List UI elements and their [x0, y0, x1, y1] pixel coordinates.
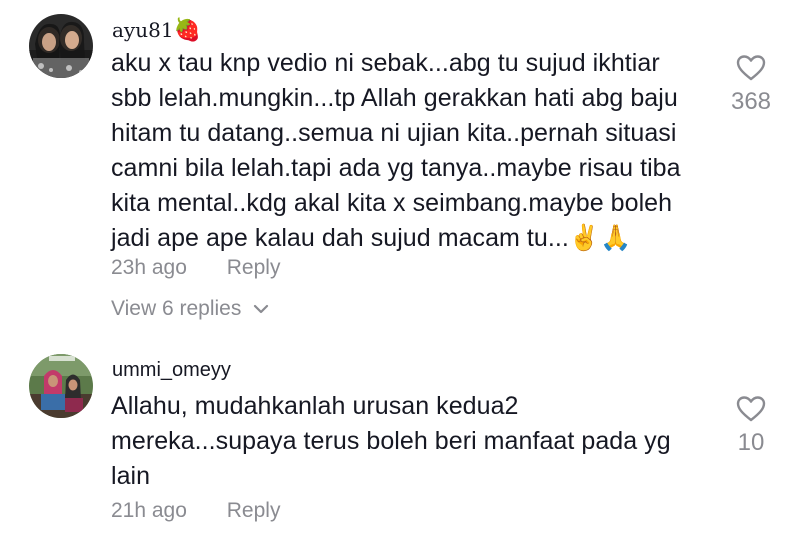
username-text: ayu81 — [112, 18, 174, 42]
comment-line: camni bila lelah.tapi ada yg tanya..mayb… — [111, 154, 681, 182]
comment-line: lain — [111, 462, 151, 490]
comment-text: aku x tau knp vedio ni sebak...abg tu su… — [111, 46, 751, 256]
avatar-image — [29, 354, 93, 418]
strawberry-emoji: 🍓 — [173, 18, 201, 43]
like-button[interactable]: 10 — [721, 395, 781, 457]
username[interactable]: ummi_omeyy — [112, 359, 231, 382]
comment-text: Allahu, mudahkanlah urusan kedua2 mereka… — [111, 389, 731, 494]
view-replies-button[interactable]: View 6 replies — [111, 297, 269, 321]
heart-outline-icon — [736, 55, 766, 81]
avatar-image — [29, 14, 93, 78]
comment-meta: 23h ago Reply — [111, 256, 280, 280]
view-replies-label: View 6 replies — [111, 297, 242, 320]
username-text: ummi_omeyy — [112, 359, 231, 381]
chevron-down-icon — [254, 305, 269, 314]
comment-line: Allahu, mudahkanlah urusan kedua2 — [111, 392, 519, 420]
comment-meta: 21h ago Reply — [111, 499, 280, 523]
like-count: 10 — [737, 429, 765, 456]
comment-line: aku x tau knp vedio ni sebak...abg tu su… — [111, 49, 660, 77]
comment-item: ummi_omeyy Allahu, mudahkanlah urusan ke… — [0, 340, 800, 535]
like-count: 368 — [730, 88, 772, 115]
timestamp: 21h ago — [111, 499, 187, 522]
timestamp: 23h ago — [111, 256, 187, 279]
like-button[interactable]: 368 — [721, 54, 781, 116]
avatar[interactable] — [29, 14, 93, 78]
comment-item: ayu81🍓 aku x tau knp vedio ni sebak...ab… — [0, 0, 800, 340]
comment-line: jadi ape ape kalau dah sujud macam tu...… — [111, 224, 632, 252]
comment-line: sbb lelah.mungkin...tp Allah gerakkan ha… — [111, 84, 678, 112]
comment-line: mereka...supaya terus boleh beri manfaat… — [111, 427, 671, 455]
comment-line: kita mental..kdg akal kita x seimbang.ma… — [111, 189, 673, 217]
reply-button[interactable]: Reply — [227, 256, 281, 280]
avatar[interactable] — [29, 354, 93, 418]
username[interactable]: ayu81🍓 — [112, 18, 201, 43]
reply-button[interactable]: Reply — [227, 499, 281, 523]
comment-line: hitam tu datang..semua ni ujian kita..pe… — [111, 119, 677, 147]
heart-outline-icon — [736, 396, 766, 422]
